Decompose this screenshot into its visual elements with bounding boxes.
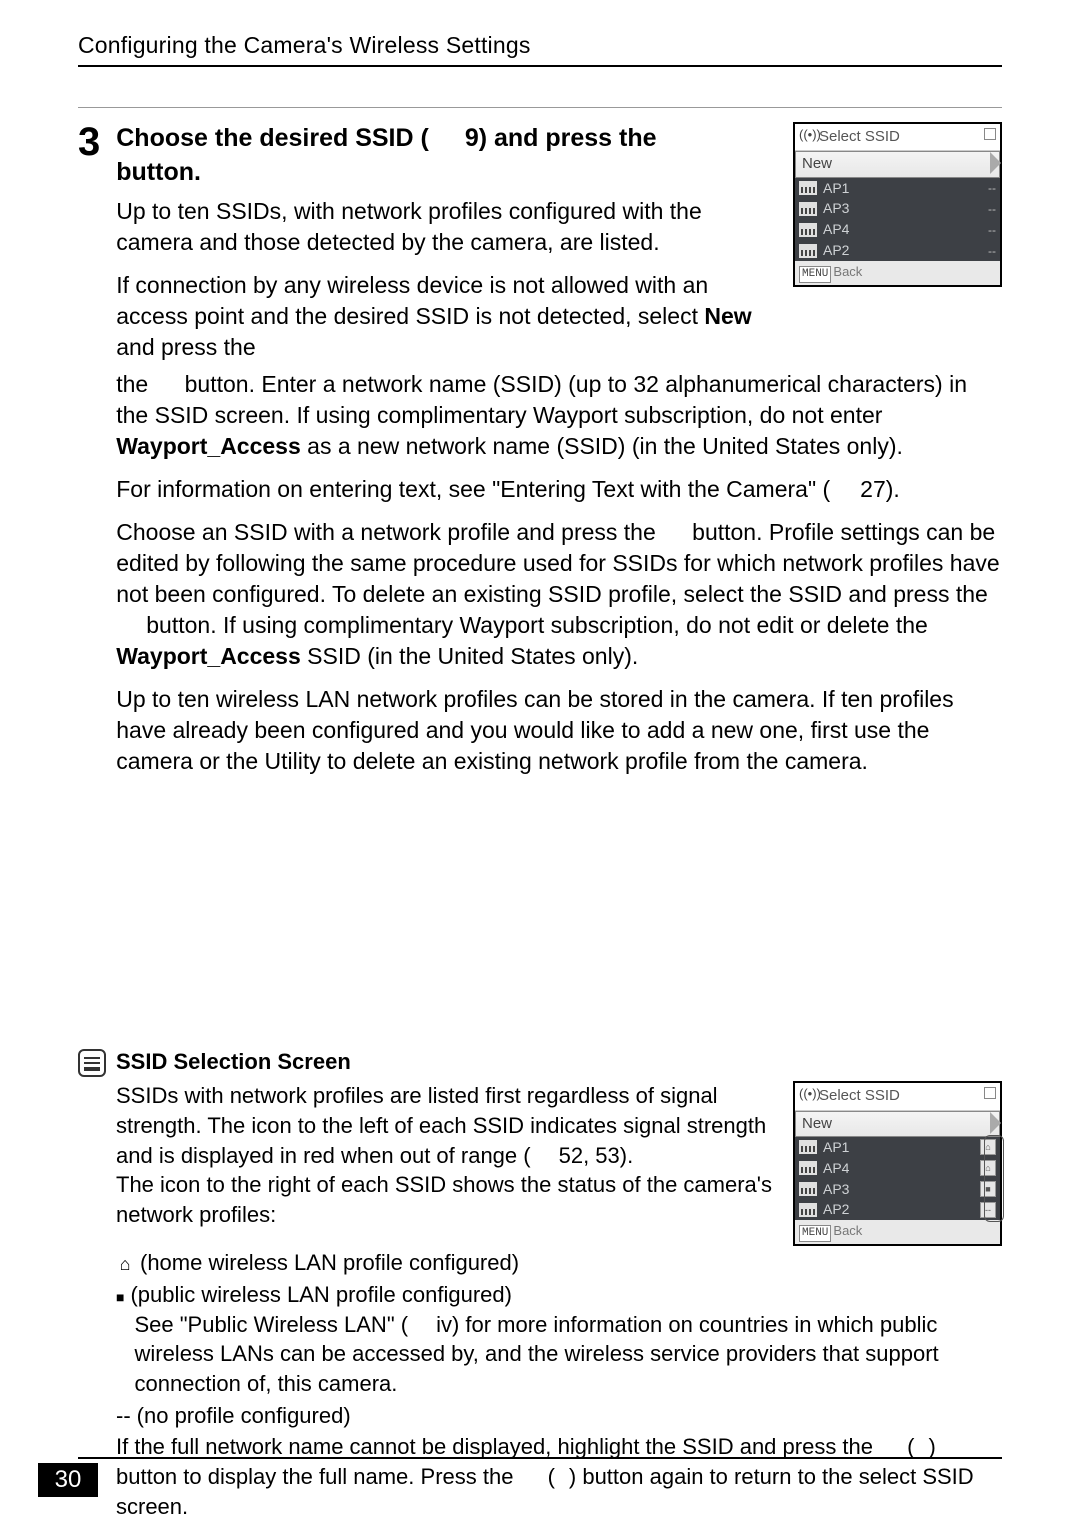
battery-icon [984, 128, 996, 140]
camera-list: AP1⌂ AP4⌂ AP3■ AP2-- [795, 1137, 1000, 1221]
signal-icon [799, 1161, 817, 1175]
note-icon [78, 1049, 106, 1077]
square-icon: ■ [980, 1181, 996, 1197]
step-p4: Choose an SSID with a network profile an… [116, 517, 1002, 672]
home-icon: ⌂ [980, 1139, 996, 1155]
note-p1: SSIDs with network profiles are listed f… [116, 1081, 779, 1170]
signal-icon [799, 1203, 817, 1217]
camera-row: AP2-- [795, 1199, 1000, 1220]
note-p3: If the full network name cannot be displ… [116, 1432, 1002, 1520]
step-p3: For information on entering text, see "E… [116, 474, 1002, 505]
bullet-public: (public wireless LAN profile configured)… [116, 1280, 1002, 1399]
camera-title: ((•)) Select SSID [795, 124, 1000, 151]
step-p1: Up to ten SSIDs, with network profiles c… [116, 196, 779, 258]
camera-list: AP1-- AP3-- AP4-- AP2-- [795, 178, 1000, 262]
dash-icon: -- [116, 1401, 131, 1431]
step-title-part: Choose the desired SSID ( [116, 124, 429, 152]
camera-footer: MENUBack [795, 1220, 1000, 1244]
signal-icon [799, 1140, 817, 1154]
footer-rule [78, 1457, 1002, 1459]
step-title-part: 9) and press the [465, 124, 664, 152]
page-header: Configuring the Camera's Wireless Settin… [78, 32, 1002, 67]
home-icon [116, 1248, 134, 1278]
signal-icon [799, 223, 817, 237]
step-p2: If connection by any wireless device is … [116, 270, 779, 363]
dash-icon: -- [980, 1202, 996, 1218]
camera-screen-1: ((•)) Select SSID New AP1-- AP3-- AP4-- … [793, 122, 1002, 287]
bullet-noprofile: -- (no profile configured) [116, 1401, 1002, 1431]
note-title: SSID Selection Screen [116, 1049, 1002, 1075]
signal-icon [799, 1182, 817, 1196]
camera-new-row: New [795, 1111, 1000, 1137]
camera-row: AP3■ [795, 1179, 1000, 1200]
step-title-part: button. [116, 158, 201, 186]
camera-row: AP2-- [795, 240, 1000, 261]
square-icon [116, 1280, 124, 1310]
signal-icon [799, 181, 817, 195]
home-icon: ⌂ [980, 1160, 996, 1176]
signal-icon [799, 244, 817, 258]
camera-footer: MENUBack [795, 261, 1000, 285]
page-number: 30 [38, 1463, 98, 1497]
camera-row: AP3-- [795, 198, 1000, 219]
camera-title: ((•)) Select SSID [795, 1083, 1000, 1110]
camera-row: AP1-- [795, 178, 1000, 199]
step-title: Choose the desired SSID ( 9) and press th… [116, 122, 779, 190]
bullet-home: (home wireless LAN profile configured) [116, 1248, 1002, 1278]
step-p5: Up to ten wireless LAN network profiles … [116, 684, 1002, 777]
antenna-icon: ((•)) [799, 1085, 821, 1103]
note-p2: The icon to the right of each SSID shows… [116, 1170, 779, 1229]
camera-row: AP1⌂ [795, 1137, 1000, 1158]
bullet-public-sub: See "Public Wireless LAN" (iv) for more … [130, 1310, 1002, 1399]
menu-icon: MENU [799, 266, 831, 283]
signal-icon [799, 202, 817, 216]
step-p2-cont: the button. Enter a network name (SSID) … [116, 369, 1002, 462]
camera-screen-2: ((•)) Select SSID New AP1⌂ AP4⌂ AP3■ AP2… [793, 1081, 1002, 1246]
camera-row: AP4-- [795, 219, 1000, 240]
camera-row: AP4⌂ [795, 1158, 1000, 1179]
step-number: 3 [78, 122, 100, 162]
camera-new-row: New [795, 151, 1000, 177]
battery-icon [984, 1087, 996, 1099]
antenna-icon: ((•)) [799, 126, 821, 144]
menu-icon: MENU [799, 1225, 831, 1242]
